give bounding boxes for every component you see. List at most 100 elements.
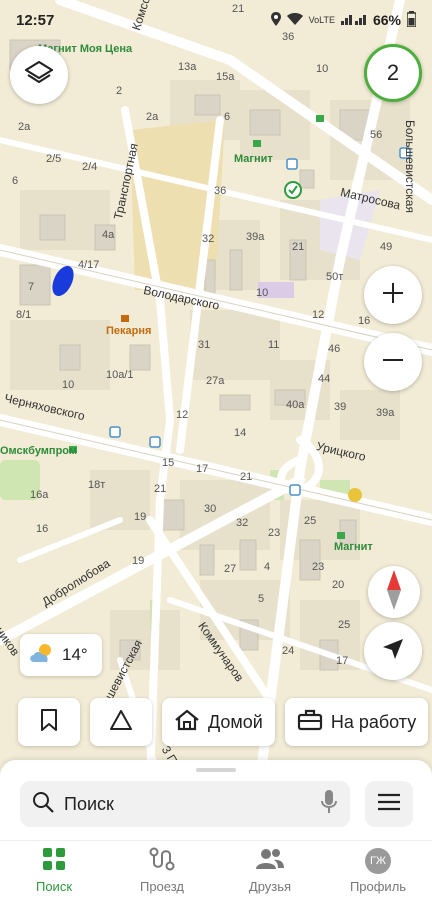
avatar: ГЖ: [365, 847, 391, 874]
house-number: 10а/1: [106, 369, 134, 381]
house-number: 23: [312, 561, 325, 573]
house-number: 39а: [376, 407, 395, 419]
bottom-sheet: Поиск Проезд Друзья ГЖ Профиль: [0, 760, 432, 900]
house-number: 7: [28, 281, 35, 293]
microphone-icon[interactable]: [320, 789, 338, 820]
compass-button[interactable]: [368, 566, 420, 618]
poi-label[interactable]: Пекарня: [106, 326, 151, 337]
sheet-handle[interactable]: [196, 768, 236, 772]
hamburger-icon: [378, 793, 400, 816]
house-number: 39: [334, 401, 347, 413]
tab-friends[interactable]: Друзья: [216, 841, 324, 900]
house-number: 32: [236, 517, 249, 529]
briefcase-icon: [297, 709, 323, 736]
house-number: 10: [256, 287, 269, 299]
house-number: 40а: [286, 399, 305, 411]
tab-label: Профиль: [349, 878, 407, 894]
house-number: 12: [176, 409, 189, 421]
house-number: 36: [214, 185, 227, 197]
house-number: 16: [358, 315, 371, 327]
tab-label: Поиск: [35, 879, 73, 894]
house-number: 23: [268, 527, 281, 539]
tab-profile[interactable]: ГЖ Профиль: [324, 841, 432, 900]
friends-icon: [256, 847, 284, 874]
house-number: 25: [304, 515, 317, 527]
my-location-button[interactable]: [364, 622, 422, 680]
network-label: VoLTE: [308, 14, 335, 25]
house-number: 16: [36, 523, 49, 535]
house-number: 24: [282, 645, 295, 657]
house-number: 39а: [246, 231, 265, 243]
battery-icon: [406, 10, 417, 30]
home-icon: [174, 709, 200, 736]
tab-route[interactable]: Проезд: [108, 841, 216, 900]
house-number: 46: [328, 343, 341, 355]
house-number: 6: [224, 111, 231, 123]
routes-button[interactable]: [90, 698, 152, 746]
bookmarks-button[interactable]: [18, 698, 80, 746]
navigation-arrow-icon: [381, 637, 405, 666]
house-number: 27а: [206, 375, 225, 387]
traffic-score: 2: [386, 60, 400, 85]
house-number: 32: [202, 233, 215, 245]
grid-icon: [42, 847, 66, 874]
house-number: 12: [312, 309, 325, 321]
search-input[interactable]: [64, 793, 310, 815]
layers-icon: [24, 58, 54, 93]
house-number: 2/5: [46, 153, 62, 165]
traffic-score-button[interactable]: 2: [364, 44, 422, 102]
bookmark-icon: [40, 708, 58, 736]
house-number: 19: [134, 511, 147, 523]
house-number: 17: [336, 655, 349, 667]
tab-search[interactable]: Поиск: [0, 841, 108, 900]
house-number: 30: [204, 503, 217, 515]
house-number: 21: [154, 483, 167, 495]
house-number: 13а: [178, 61, 197, 73]
layers-button[interactable]: [10, 46, 68, 104]
house-number: 16а: [30, 489, 49, 501]
poi-label[interactable]: Магнит: [334, 542, 373, 553]
poi-label[interactable]: Омскбумпром: [0, 446, 77, 457]
battery-level: 66%: [372, 12, 401, 28]
menu-button[interactable]: [365, 781, 413, 827]
house-number: 44: [318, 373, 331, 385]
house-number: 5: [258, 593, 265, 605]
house-number: 2: [116, 85, 123, 97]
house-number: 4а: [102, 229, 115, 241]
tab-label: Проезд: [139, 879, 184, 894]
poi-label[interactable]: Магнит: [234, 154, 273, 165]
zoom-out-button[interactable]: [364, 333, 422, 391]
house-number: 2а: [146, 111, 159, 123]
house-number: 6: [12, 175, 19, 187]
house-number: 18т: [88, 479, 106, 491]
house-number: 2/4: [82, 161, 98, 173]
street-label: Большевистская: [403, 120, 417, 213]
weather-widget[interactable]: 14°: [20, 634, 102, 676]
house-number: 11: [268, 339, 280, 351]
minus-icon: [382, 349, 404, 376]
search-icon: [32, 791, 54, 818]
wifi-icon: [286, 12, 303, 28]
house-number: 4/17: [78, 259, 100, 271]
house-number: 4: [264, 561, 271, 573]
home-button[interactable]: Домой: [162, 698, 275, 746]
route-icon: [149, 847, 175, 874]
house-number: 10: [316, 63, 329, 75]
house-number: 19: [132, 555, 145, 567]
house-number: 17: [196, 463, 209, 475]
search-bar[interactable]: [20, 781, 350, 827]
work-label: На работу: [330, 711, 417, 732]
house-number: 10: [62, 379, 75, 391]
route-triangle-icon: [109, 709, 133, 736]
tab-bar: Поиск Проезд Друзья ГЖ Профиль: [0, 840, 432, 900]
house-number: 15а: [216, 71, 235, 83]
zoom-in-button[interactable]: [364, 266, 422, 324]
house-number: 56: [370, 129, 383, 141]
signal-icon: [340, 13, 367, 28]
status-time: 12:57: [16, 11, 55, 29]
house-number: 20: [332, 579, 345, 591]
tab-label: Друзья: [248, 879, 292, 894]
work-button[interactable]: На работу: [284, 698, 429, 746]
compass-icon: [387, 569, 401, 615]
house-number: 21: [240, 471, 253, 483]
